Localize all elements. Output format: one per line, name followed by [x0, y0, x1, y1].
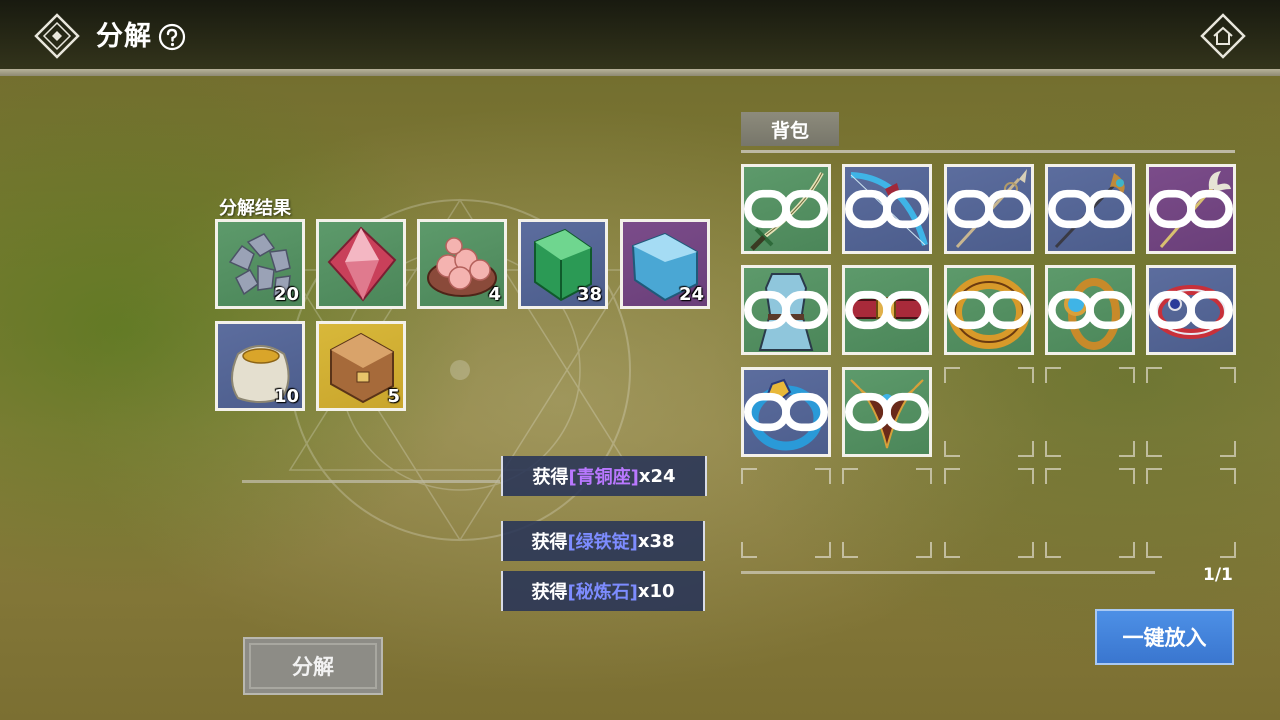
bag-item-halberd[interactable] — [1045, 164, 1135, 254]
empty-slot — [842, 468, 932, 558]
item-count: 10 — [273, 386, 299, 407]
top-bar — [0, 0, 1280, 70]
bag-item-gold-ring[interactable] — [944, 265, 1034, 355]
result-item-pink-eggs[interactable]: 4 — [417, 219, 507, 309]
link-icon — [1048, 290, 1132, 330]
home-icon[interactable] — [1200, 13, 1246, 59]
gain-message: 获得 [绿铁锭] x38 — [501, 521, 705, 561]
bag-item-spear[interactable] — [944, 164, 1034, 254]
item-count: 4 — [488, 284, 501, 305]
back-diamond-icon[interactable] — [34, 13, 80, 59]
link-icon — [845, 189, 929, 229]
empty-slot — [1045, 468, 1135, 558]
bag-item-staff[interactable] — [1146, 164, 1236, 254]
bag-item-red-bracelet[interactable] — [1146, 265, 1236, 355]
page-number: 1/1 — [1203, 565, 1233, 585]
link-icon — [1149, 189, 1233, 229]
result-item-gold-bag[interactable]: 10 — [215, 321, 305, 411]
decompose-button[interactable]: 分解 — [243, 637, 383, 695]
empty-slot — [1146, 468, 1236, 558]
backpack-tab[interactable]: 背包 — [741, 112, 839, 146]
bag-item-belt[interactable] — [842, 265, 932, 355]
bag-item-gem-ring[interactable] — [1045, 265, 1135, 355]
item-count: 5 — [387, 386, 400, 407]
result-item-ore[interactable]: 20 — [215, 219, 305, 309]
link-icon — [744, 290, 828, 330]
backpack-scrollbar[interactable] — [741, 571, 1155, 574]
result-item-green-ingot[interactable]: 38 — [518, 219, 608, 309]
gain-message: 获得 [青铜座] x24 — [501, 456, 707, 496]
backpack-divider — [741, 150, 1235, 153]
link-icon — [845, 392, 929, 432]
divider-line — [242, 480, 500, 483]
link-icon — [1048, 189, 1132, 229]
help-icon[interactable] — [158, 23, 186, 51]
red-gem-icon — [327, 226, 397, 302]
empty-slot — [741, 468, 831, 558]
result-item-chest[interactable]: 5 — [316, 321, 406, 411]
bag-item-blue-bracelet[interactable] — [741, 367, 831, 457]
bag-item-sword[interactable] — [741, 164, 831, 254]
link-icon — [744, 392, 828, 432]
gain-message: 获得 [秘炼石] x10 — [501, 571, 705, 611]
empty-slot — [944, 468, 1034, 558]
item-count: 24 — [678, 284, 704, 305]
link-icon — [947, 290, 1031, 330]
link-icon — [845, 290, 929, 330]
result-item-blue-bronze[interactable]: 24 — [620, 219, 710, 309]
link-icon — [947, 189, 1031, 229]
one-key-add-button[interactable]: 一键放入 — [1095, 609, 1234, 665]
empty-slot — [944, 367, 1034, 457]
link-icon — [744, 189, 828, 229]
bag-item-horned-amulet[interactable] — [842, 367, 932, 457]
top-bar-divider — [0, 69, 1280, 76]
result-label: 分解结果 — [219, 198, 291, 219]
bag-item-bow[interactable] — [842, 164, 932, 254]
page-title: 分解 — [96, 21, 152, 52]
item-count: 38 — [576, 284, 602, 305]
item-count: 20 — [273, 284, 299, 305]
link-icon — [1149, 290, 1233, 330]
bag-item-armor[interactable] — [741, 265, 831, 355]
empty-slot — [1045, 367, 1135, 457]
result-item-red-gem[interactable] — [316, 219, 406, 309]
empty-slot — [1146, 367, 1236, 457]
